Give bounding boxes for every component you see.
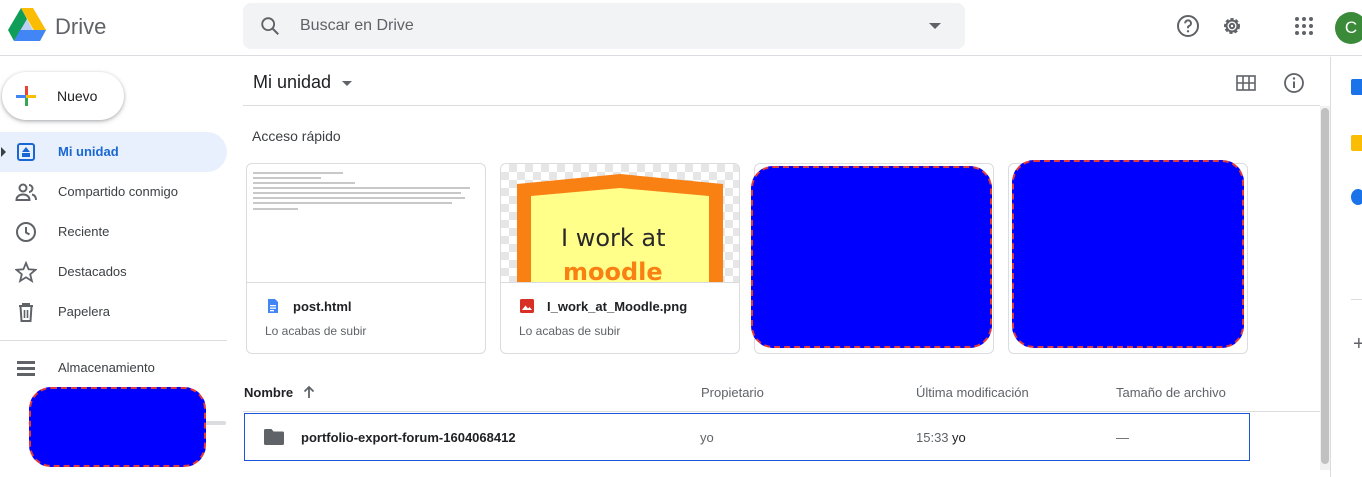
main-divider [243, 105, 1320, 106]
sort-arrow-icon[interactable] [302, 385, 316, 399]
folder-icon [264, 429, 284, 445]
file-modified: 15:33 [916, 430, 949, 445]
column-header-owner[interactable]: Propietario [701, 385, 764, 400]
sidebar-item-label: Compartido conmigo [58, 184, 178, 199]
sidebar-item-label: Papelera [58, 304, 111, 319]
scrollbar-thumb[interactable] [1321, 108, 1329, 464]
search-options-icon[interactable] [929, 23, 941, 29]
file-name: post.html [293, 299, 352, 314]
search-input[interactable]: Buscar en Drive [300, 17, 414, 35]
file-name: I_work_at_Moodle.png [547, 299, 688, 314]
preview-text: moodle [563, 258, 663, 283]
add-addon-icon[interactable]: + [1353, 333, 1362, 356]
column-header-name[interactable]: Nombre [244, 385, 293, 400]
sidebar-item-label: Mi unidad [58, 144, 119, 159]
avatar[interactable]: C [1335, 12, 1362, 44]
my-drive-icon [17, 143, 35, 161]
star-icon [15, 261, 37, 283]
file-name: portfolio-export-forum-1604068412 [301, 430, 516, 445]
quick-access-card[interactable]: post.html Lo acabas de subir [246, 163, 486, 354]
app-name: Drive [55, 14, 107, 39]
sidebar-item-shared[interactable]: Compartido conmigo [0, 172, 227, 212]
info-icon[interactable] [1283, 72, 1305, 94]
trash-icon [19, 303, 33, 322]
side-panel: + [1330, 57, 1362, 477]
page-title[interactable]: Mi unidad [253, 72, 331, 93]
sidebar-item-my-drive[interactable]: Mi unidad [0, 132, 227, 172]
sidebar-item-trash[interactable]: Papelera [0, 292, 227, 332]
search-bar[interactable]: Buscar en Drive [243, 3, 965, 49]
sidebar-item-label: Destacados [58, 264, 127, 279]
clock-icon [16, 222, 36, 242]
people-icon [15, 183, 37, 201]
doc-icon [268, 299, 278, 313]
table-header-divider [243, 411, 1320, 412]
expand-arrow-icon[interactable] [1, 147, 6, 157]
column-header-modified[interactable]: Última modificación [916, 385, 1029, 400]
sidebar-item-storage[interactable]: Almacenamiento [0, 348, 227, 388]
chevron-down-icon[interactable] [342, 81, 352, 86]
quick-access-card[interactable]: I work at moodle I_work_at_Moodle.png Lo… [500, 163, 740, 354]
preview-text: I work at [561, 224, 666, 252]
sidebar-item-starred[interactable]: Destacados [0, 252, 227, 292]
storage-icon [17, 361, 35, 376]
plus-icon [16, 86, 36, 106]
file-owner: yo [700, 430, 714, 445]
scrollbar[interactable] [1320, 106, 1330, 470]
calendar-icon[interactable] [1351, 79, 1362, 95]
file-preview [247, 164, 485, 283]
redacted-block [751, 166, 992, 348]
file-size: — [1116, 430, 1129, 445]
apps-grid-icon[interactable] [1292, 14, 1316, 38]
file-modified-by: yo [952, 430, 966, 445]
file-subtitle: Lo acabas de subir [265, 324, 367, 338]
drive-logo-icon[interactable] [8, 8, 46, 42]
file-preview: I work at moodle [501, 164, 739, 283]
gear-icon[interactable] [1220, 14, 1244, 38]
table-row[interactable]: portfolio-export-forum-1604068412 yo 15:… [244, 413, 1250, 461]
search-icon[interactable] [259, 15, 281, 37]
column-header-size[interactable]: Tamaño de archivo [1116, 385, 1226, 400]
tasks-icon[interactable] [1351, 189, 1362, 205]
sidebar-divider [0, 340, 227, 341]
sidebar-item-recent[interactable]: Reciente [0, 212, 227, 252]
image-icon [520, 299, 534, 313]
file-subtitle: Lo acabas de subir [519, 324, 621, 338]
sidebar-item-label: Reciente [58, 224, 110, 239]
top-bar: Drive Buscar en Drive C [0, 0, 1362, 56]
grid-view-icon[interactable] [1236, 75, 1256, 91]
sidebar-item-label: Almacenamiento [58, 360, 155, 375]
keep-icon[interactable] [1351, 135, 1362, 151]
new-button[interactable]: Nuevo [2, 72, 124, 120]
side-panel-divider [1351, 299, 1362, 300]
redacted-block [29, 387, 206, 467]
new-button-label: Nuevo [57, 88, 98, 104]
help-icon[interactable] [1176, 14, 1200, 38]
quick-access-label: Acceso rápido [252, 128, 341, 144]
redacted-block [1012, 160, 1244, 348]
